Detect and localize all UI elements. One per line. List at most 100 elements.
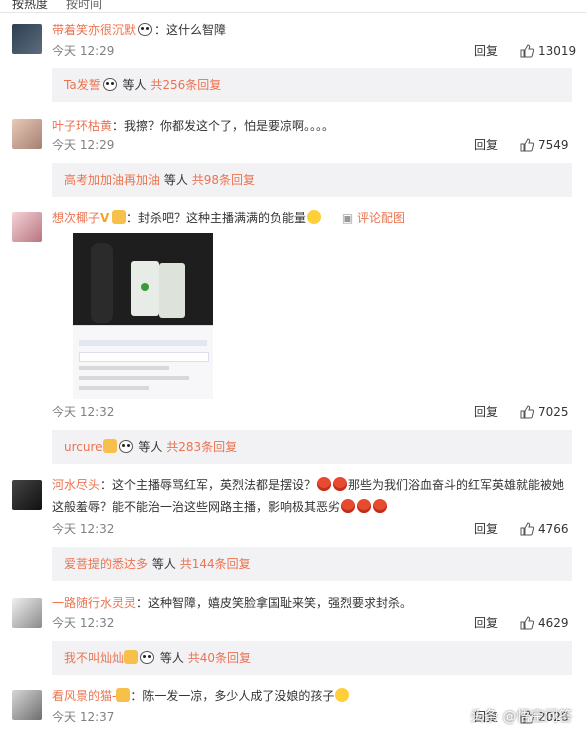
member-badge-icon [102, 439, 117, 453]
comment-text: ：这种智障，嬉皮笑脸拿国耻来笑，强烈要求封杀。 [136, 596, 413, 610]
angry-face-emoji-icon [357, 499, 372, 513]
text-bar [79, 352, 209, 362]
watermark: 头条 @悟空问答 [470, 709, 573, 725]
reply-button[interactable]: 回复 [474, 615, 498, 631]
comment-image-link[interactable]: 评论配图 [357, 211, 405, 225]
comment-text: ：这什么智障 [154, 23, 227, 37]
comment-line: 河水尽头：这个主播辱骂红军，英烈法都是摆设？ 那些为我们浴血奋斗的红军英雄就能被她 [52, 477, 564, 493]
sub-reply-count[interactable]: 共144条回复 [180, 557, 251, 571]
sub-replies-box[interactable]: 我不叫灿灿 等人 共40条回复 [52, 641, 572, 675]
comment-username[interactable]: 河水尽头 [52, 478, 100, 492]
like-button[interactable]: 7549 [520, 137, 569, 153]
sub-replies-box[interactable]: urcure 等人 共283条回复 [52, 430, 572, 464]
reply-button[interactable]: 回复 [474, 137, 498, 153]
comment-line: 一路随行水灵灵：这种智障，嬉皮笑脸拿国耻来笑，强烈要求封杀。 [52, 595, 412, 611]
comment-line: 这般羞辱？能不能治一治这些网路主播，影响极其恶劣 [52, 499, 388, 515]
panda-emoji-icon [102, 78, 117, 91]
comment-username[interactable]: 一路随行水灵灵 [52, 596, 136, 610]
thumbs-up-icon [520, 44, 535, 58]
panda-emoji-icon [118, 440, 133, 453]
comment-text-cont: 那些为我们浴血奋斗的红军英雄就能被她 [348, 478, 565, 492]
avatar[interactable] [12, 480, 42, 510]
sub-reply-count[interactable]: 共40条回复 [188, 651, 251, 665]
avatar[interactable] [12, 690, 42, 720]
like-count: 13019 [538, 44, 577, 58]
sub-reply-count[interactable]: 共283条回复 [166, 440, 237, 454]
comment-line: 想次椰子V ：封杀吧？这种主播满满的负能量 ▣ 评论配图 [52, 210, 405, 226]
avatar[interactable] [12, 212, 42, 242]
logo-dot [141, 283, 149, 291]
sub-reply-mid: 等人 [159, 651, 184, 665]
thumbs-up-icon [520, 522, 535, 536]
comment-time: 今天 12:32 [52, 616, 115, 630]
comment-time: 今天 12:32 [52, 405, 115, 419]
angry-face-emoji-icon [317, 477, 332, 491]
member-badge-icon [116, 688, 131, 702]
avatar[interactable] [12, 24, 42, 54]
sad-face-emoji-icon [307, 210, 322, 224]
comment-username[interactable]: 带着笑亦很沉默 [52, 23, 136, 37]
text-bar [79, 366, 169, 370]
like-count: 4629 [538, 616, 569, 630]
comment-text: ：这个主播辱骂红军，英烈法都是摆设？ [100, 478, 317, 492]
like-button[interactable]: 7025 [520, 404, 569, 420]
text-bar [79, 376, 189, 380]
photo-top [73, 233, 213, 325]
angry-face-emoji-icon [341, 499, 356, 513]
tab-hot[interactable]: 按热度 [12, 0, 48, 12]
crying-face-emoji-icon [335, 688, 350, 702]
angry-face-emoji-icon [373, 499, 388, 513]
reply-button[interactable]: 回复 [474, 43, 498, 59]
reply-button[interactable]: 回复 [474, 521, 498, 537]
sub-reply-user[interactable]: urcure [64, 440, 103, 454]
comment-time: 今天 12:29 [52, 44, 115, 58]
avatar[interactable] [12, 598, 42, 628]
thumbs-up-icon [520, 616, 535, 630]
text-bar [79, 340, 207, 346]
comment-text-cont: 这般羞辱？能不能治一治这些网路主播，影响极其恶劣 [52, 500, 341, 514]
like-button[interactable]: 4629 [520, 615, 569, 631]
verified-v-icon: V [100, 211, 110, 225]
reply-button[interactable]: 回复 [474, 404, 498, 420]
sub-replies-box[interactable]: 爱菩提的悉达多 等人 共144条回复 [52, 547, 572, 581]
avatar[interactable] [12, 119, 42, 149]
like-count: 7549 [538, 138, 569, 152]
comment-image[interactable] [73, 233, 213, 399]
photo-bottom [73, 325, 213, 399]
sub-reply-user[interactable]: 爱菩提的悉达多 [64, 557, 148, 571]
comment-username[interactable]: 看风景的猫- [52, 689, 116, 703]
comment-username[interactable]: 叶子环枯黄 [52, 119, 112, 133]
sub-reply-count[interactable]: 共256条回复 [150, 78, 221, 92]
sub-reply-count[interactable]: 共98条回复 [192, 173, 255, 187]
sub-replies-box[interactable]: 高考加加油再加油 等人 共98条回复 [52, 163, 572, 197]
angry-face-emoji-icon [333, 477, 348, 491]
comment-time: 今天 12:32 [52, 522, 115, 536]
panda-emoji-icon [140, 651, 155, 664]
comment-text: ：陈一发一凉，多少人成了没娘的孩子 [130, 689, 335, 703]
sub-reply-user[interactable]: Ta发誓 [64, 78, 101, 92]
sub-reply-mid: 等人 [151, 557, 176, 571]
sub-replies-box[interactable]: Ta发誓 等人 共256条回复 [52, 68, 572, 102]
thumbs-up-icon [520, 405, 535, 419]
like-count: 4766 [538, 522, 569, 536]
sub-reply-mid: 等人 [122, 78, 147, 92]
legs-shape [91, 243, 113, 323]
comment-line: 叶子环枯黄：我擦？你都发这个了，怕是要凉啊。。。。 [52, 118, 334, 134]
sort-bar: 按热度 按时间 [0, 0, 586, 13]
like-button[interactable]: 13019 [520, 43, 576, 59]
like-button[interactable]: 4766 [520, 521, 569, 537]
comment-line: 带着笑亦很沉默 ：这什么智障 [52, 22, 226, 38]
comment-time: 今天 12:29 [52, 138, 115, 152]
image-icon: ▣ [341, 211, 354, 225]
member-badge-icon [112, 210, 127, 224]
thumbs-up-icon [520, 138, 535, 152]
member-badge-icon [124, 650, 139, 664]
comment-username[interactable]: 想次椰子 [52, 211, 100, 225]
tab-time[interactable]: 按时间 [66, 0, 102, 12]
like-count: 7025 [538, 405, 569, 419]
comment-line: 看风景的猫- ：陈一发一凉，多少人成了没娘的孩子 [52, 688, 350, 704]
sub-reply-user[interactable]: 我不叫灿灿 [64, 651, 124, 665]
text-bar [79, 386, 149, 390]
comment-text: ：封杀吧？这种主播满满的负能量 [126, 211, 307, 225]
sub-reply-user[interactable]: 高考加加油再加油 [64, 173, 160, 187]
